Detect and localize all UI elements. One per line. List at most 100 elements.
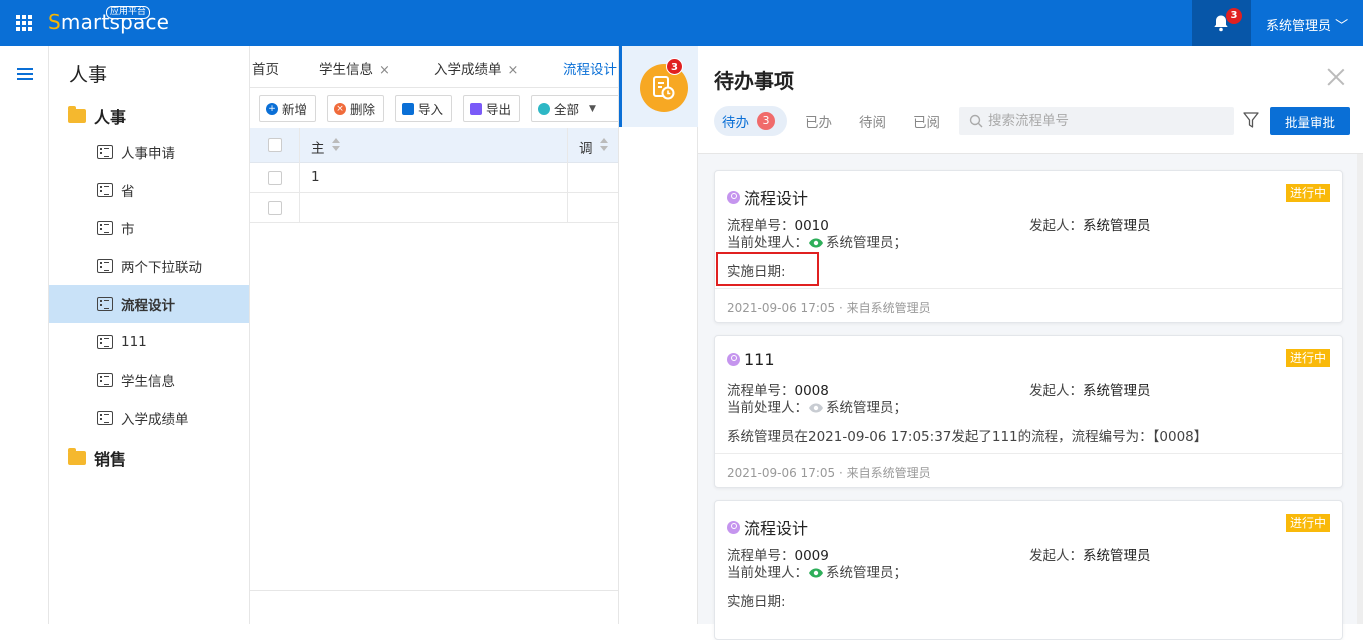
sidebar-item-hr-request[interactable]: 人事申请	[49, 133, 249, 171]
todo-card[interactable]: 111 进行中 流程单号：0008 发起人：系统管理员 当前处理人： 系统管理员；…	[714, 335, 1343, 488]
filter-tab-done[interactable]: 已办	[805, 106, 832, 136]
user-menu[interactable]: 系统管理员 ﹀	[1266, 15, 1348, 34]
row-checkbox[interactable]	[268, 171, 282, 185]
app-grid-icon[interactable]	[16, 15, 32, 31]
tab-enrollment-scores[interactable]: 入学成绩单 ×	[434, 58, 518, 78]
tab-student-info[interactable]: 学生信息 ×	[319, 58, 390, 78]
filter-tab-pending[interactable]: 待办 3	[714, 106, 787, 136]
search-input[interactable]	[988, 113, 1218, 129]
search-icon	[969, 114, 983, 128]
sidebar-group-sales[interactable]: 销售	[68, 446, 126, 470]
todo-count-badge: 3	[666, 58, 683, 75]
card-footer: 2021-09-06 17:05 · 来自系统管理员	[727, 466, 931, 480]
menu-toggle-icon[interactable]	[17, 68, 33, 80]
view-all-label: 全部	[554, 102, 580, 117]
sidebar-group-hr[interactable]: 人事	[68, 104, 126, 128]
search-box[interactable]	[959, 107, 1234, 135]
select-all-checkbox[interactable]	[268, 138, 282, 152]
sidebar-item-student-info[interactable]: 学生信息	[49, 361, 249, 399]
sidebar-item-province[interactable]: 省	[49, 171, 249, 209]
tab-label: 学生信息	[319, 62, 373, 78]
caret-down-icon: ▼	[589, 103, 596, 114]
export-icon	[470, 102, 482, 115]
chevron-down-icon: ﹀	[1331, 19, 1349, 34]
import-button[interactable]: 导入	[395, 95, 453, 122]
sidebar-item-process-design[interactable]: 流程设计	[49, 285, 249, 323]
column-header-second[interactable]: 调	[579, 137, 593, 157]
view-all-dropdown[interactable]: 全部 ▼	[531, 95, 618, 122]
close-icon[interactable]: ×	[508, 63, 519, 78]
toolbar: + 新增 × 删除 导入 导出 全部 ▼	[250, 88, 618, 128]
list-icon	[97, 373, 113, 387]
todo-card[interactable]: 流程设计 进行中 流程单号：0009 发起人：系统管理员 当前处理人： 系统管理员…	[714, 500, 1343, 640]
sidebar-item-label: 省	[121, 184, 135, 200]
handler-name: 系统管理员；	[826, 400, 907, 416]
column-header-main[interactable]: 主	[311, 137, 325, 157]
status-badge: 进行中	[1285, 514, 1330, 532]
status-badge: 进行中	[1285, 184, 1330, 202]
main-content: 首页 学生信息 × 入学成绩单 × 流程设计 + 新增 × 删除 导入 导出 全部 ▼ 主…	[250, 46, 618, 624]
document-clock-icon	[653, 76, 675, 100]
export-button[interactable]: 导出	[463, 95, 521, 122]
left-strip	[0, 46, 49, 624]
close-icon[interactable]: ×	[379, 63, 390, 78]
add-button[interactable]: + 新增	[259, 95, 317, 122]
handler-name: 系统管理员；	[826, 565, 907, 581]
sidebar-item-label: 人事申请	[121, 146, 175, 162]
sidebar-item-label: 111	[121, 334, 147, 350]
plus-icon: +	[266, 102, 278, 115]
add-label: 新增	[282, 102, 308, 117]
pending-count-badge: 3	[757, 112, 775, 130]
list-icon	[97, 259, 113, 273]
list-icon	[97, 183, 113, 197]
delete-button[interactable]: × 删除	[327, 95, 385, 122]
panel-header: 待办事项 待办 3 已办 待阅 已阅 批量审批	[698, 46, 1363, 154]
import-icon	[402, 102, 414, 115]
panel-scrollbar[interactable]	[1357, 154, 1363, 624]
list-icon	[97, 145, 113, 159]
todo-tab-selected[interactable]: 3	[619, 46, 698, 127]
column-divider	[299, 163, 300, 193]
sidebar-item-enrollment-scores[interactable]: 入学成绩单	[49, 399, 249, 437]
tab-process-design[interactable]: 流程设计	[563, 58, 617, 78]
sidebar-group-label: 人事	[94, 108, 127, 127]
sidebar: 人事 人事 人事申请 省 市 两个下拉联动 流程设计 111 学生信息 入学成绩…	[49, 46, 250, 624]
sort-icon[interactable]	[600, 138, 608, 152]
row-checkbox[interactable]	[268, 201, 282, 215]
todo-card[interactable]: 流程设计 进行中 流程单号：0010 发起人：系统管理员 当前处理人： 系统管理员…	[714, 170, 1343, 323]
handler-label: 当前处理人：	[727, 235, 808, 251]
close-icon[interactable]	[1327, 68, 1345, 86]
initiator-label: 发起人：	[1029, 383, 1083, 399]
sidebar-item-label: 入学成绩单	[121, 412, 189, 428]
column-divider	[299, 128, 300, 163]
batch-approve-button[interactable]: 批量审批	[1270, 107, 1350, 135]
filter-tab-read[interactable]: 已阅	[913, 106, 940, 136]
card-divider	[715, 288, 1342, 289]
import-label: 导入	[418, 102, 444, 117]
filter-icon[interactable]	[1243, 112, 1259, 129]
handler-field: 当前处理人： 系统管理员；	[727, 231, 907, 251]
tab-home[interactable]: 首页	[252, 58, 279, 78]
sidebar-item-label: 市	[121, 222, 135, 238]
top-bar: Smartspace 应用平台 3 系统管理员 ﹀	[0, 0, 1363, 46]
sidebar-item-111[interactable]: 111	[49, 323, 249, 361]
column-divider	[567, 193, 568, 223]
status-badge: 进行中	[1285, 349, 1330, 367]
table-row[interactable]	[250, 193, 618, 223]
notification-button[interactable]	[1192, 0, 1251, 46]
highlight-annotation-box	[716, 252, 819, 286]
table-header: 主 调	[250, 128, 618, 163]
sidebar-item-city[interactable]: 市	[49, 209, 249, 247]
sort-icon[interactable]	[332, 138, 340, 152]
main-footer-divider	[250, 590, 618, 591]
filter-tab-to-read[interactable]: 待阅	[859, 106, 886, 136]
card-title: 111	[727, 350, 775, 369]
handler-field: 当前处理人： 系统管理员；	[727, 396, 907, 416]
notification-count-badge: 3	[1226, 8, 1242, 24]
user-icon	[727, 190, 740, 204]
table-row[interactable]: 1	[250, 163, 618, 193]
sidebar-item-dropdown-link[interactable]: 两个下拉联动	[49, 247, 249, 285]
filter-tab-label: 待办	[722, 115, 749, 131]
handler-field: 当前处理人： 系统管理员；	[727, 561, 907, 581]
list-icon	[97, 411, 113, 425]
